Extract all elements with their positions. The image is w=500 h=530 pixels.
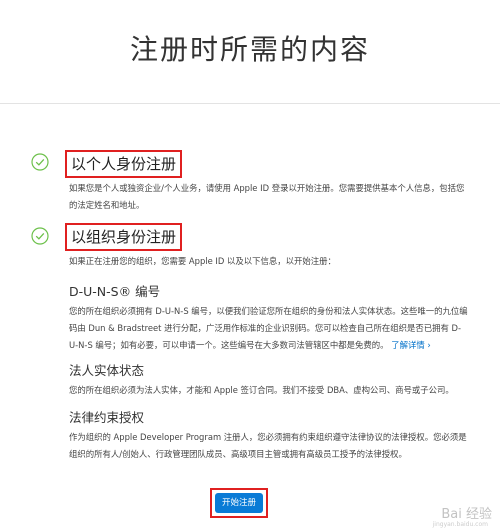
duns-text: 您的所在组织必须拥有 D-U-N-S 编号，以便我们验证您所在组织的身份和法人实… [69,303,469,354]
page-header: 注册时所需的内容 [0,0,500,104]
check-circle-icon [31,153,49,171]
start-registration-highlight: 开始注册 [210,488,268,518]
duns-heading: D-U-N-S® 编号 [69,284,161,299]
watermark-logo: Bai 经验 [441,507,492,522]
start-registration-button[interactable]: 开始注册 [215,493,263,513]
individual-section-title: 以个人身份注册 [65,150,183,178]
learn-more-link[interactable]: 了解详情 › [391,340,431,350]
organization-intro: 如果正在注册您的组织，您需要 Apple ID 以及以下信息，以开始注册： [69,256,336,266]
authority-text: 作为组织的 Apple Developer Program 注册人，您必须拥有约… [69,432,467,459]
organization-section-title: 以组织身份注册 [65,223,183,251]
legal-entity-heading: 法人实体状态 [69,363,145,378]
individual-description: 如果您是个人或独资企业/个人业务，请使用 Apple ID 登录以开始注册。您需… [69,183,465,210]
check-circle-icon [31,227,49,245]
page-title: 注册时所需的内容 [129,33,370,66]
authority-heading: 法律约束授权 [69,410,145,425]
watermark-url: jingyan.baidu.com [432,521,488,528]
legal-entity-text: 您的所在组织必须为法人实体，才能和 Apple 签订合同。我们不接受 DBA、虚… [69,385,454,395]
